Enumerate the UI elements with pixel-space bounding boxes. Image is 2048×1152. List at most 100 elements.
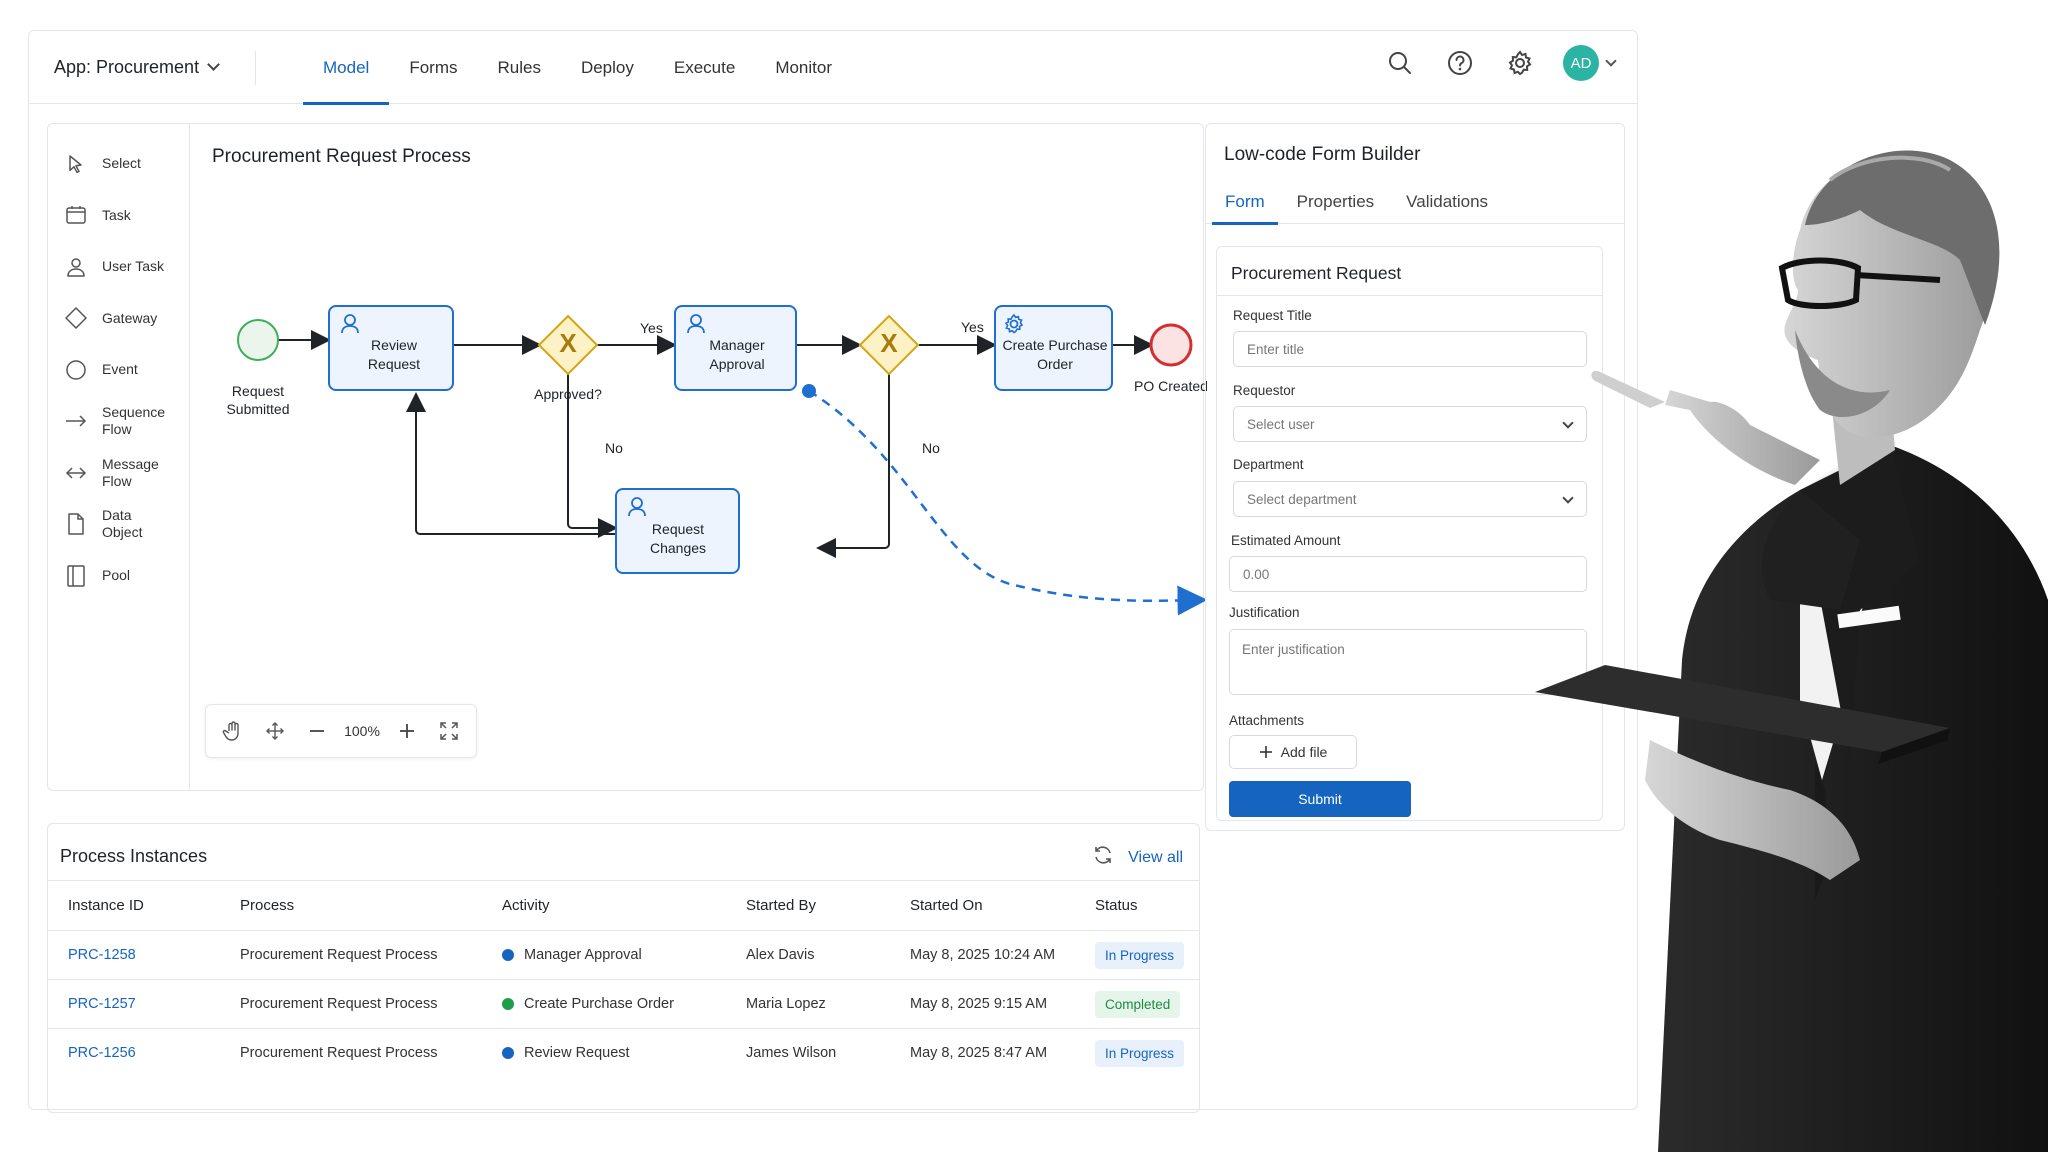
gear-icon[interactable]: [1503, 46, 1537, 80]
view-all-link[interactable]: View all: [1128, 849, 1183, 867]
started-by-cell: Maria Lopez: [746, 996, 826, 1012]
search-icon[interactable]: [1383, 46, 1417, 80]
add-file-label: Add file: [1280, 744, 1328, 760]
column-header[interactable]: Instance ID: [68, 881, 144, 930]
started-on-cell: May 8, 2025 10:24 AM: [910, 947, 1056, 963]
activity-label: Manager Approval: [524, 947, 642, 963]
top-bar: App: Procurement Model Forms Rules Deplo…: [29, 31, 1637, 105]
form-link-flow[interactable]: [808, 389, 1205, 616]
field-label: Department: [1233, 457, 1304, 472]
start-event[interactable]: [237, 319, 279, 361]
nav-execute[interactable]: Execute: [654, 31, 755, 104]
palette-data-object[interactable]: Data Object: [48, 499, 189, 551]
move-icon[interactable]: [260, 716, 290, 746]
app-window: App: Procurement Model Forms Rules Deplo…: [28, 30, 1638, 1113]
palette-message-flow[interactable]: Message Flow: [48, 447, 189, 499]
status-cell: In Progress: [1095, 931, 1185, 979]
palette-gateway[interactable]: Gateway: [48, 293, 189, 345]
table-row[interactable]: PRC-1258 Procurement Request Process Manag…: [48, 930, 1199, 979]
status-cell: In Progress: [1095, 1029, 1185, 1077]
palette-user-task[interactable]: User Task: [48, 241, 189, 293]
process-cell: Procurement Request Process: [240, 996, 438, 1012]
instance-id-link[interactable]: PRC-1258: [68, 931, 136, 979]
task-icon: [64, 203, 88, 227]
activity-cell: Review Request: [502, 1029, 630, 1077]
activity-cell: Manager Approval: [502, 931, 642, 979]
column-header[interactable]: Activity: [502, 881, 550, 930]
zoom-in-icon[interactable]: [392, 716, 422, 746]
column-header[interactable]: Status: [1095, 881, 1138, 930]
process-instances-panel: Process Instances View all Instance ID P…: [47, 823, 1200, 1113]
palette-event[interactable]: Event: [48, 344, 189, 396]
add-file-button[interactable]: Add file: [1229, 735, 1357, 769]
column-header[interactable]: Started By: [746, 881, 816, 930]
input-placeholder: Enter title: [1247, 341, 1305, 357]
palette-label: User Task: [102, 258, 164, 275]
refresh-icon[interactable]: [1092, 844, 1114, 871]
process-canvas[interactable]: Procurement Request Process Request Subm…: [189, 123, 1208, 791]
started-by-cell: Alex Davis: [746, 947, 815, 963]
activity-status-dot: [502, 998, 514, 1010]
palette-label: Message Flow: [102, 455, 159, 489]
palette-label: Pool: [102, 567, 131, 584]
end-event-label: PO Created: [1134, 378, 1208, 394]
table-row[interactable]: PRC-1257 Procurement Request Process Creat…: [48, 979, 1199, 1028]
gateway-mark: X: [880, 328, 898, 358]
instance-id-link[interactable]: PRC-1256: [68, 1029, 136, 1077]
process-cell: Procurement Request Process: [240, 947, 438, 963]
palette-select[interactable]: Select: [48, 138, 189, 190]
status-badge: Completed: [1095, 990, 1181, 1018]
flow-changes-review[interactable]: [406, 392, 615, 535]
task-label: Review Request: [367, 337, 421, 372]
user-menu[interactable]: AD: [1563, 45, 1617, 81]
column-header[interactable]: Process: [240, 881, 294, 930]
field-label: Requestor: [1233, 383, 1296, 398]
palette-sequence-flow[interactable]: Sequence Flow: [48, 396, 189, 448]
instances-table: Instance ID Process Activity Started By …: [48, 880, 1199, 1077]
palette-label: Sequence Flow: [102, 404, 166, 438]
column-header[interactable]: Started On: [910, 881, 983, 930]
app-switcher[interactable]: App: Procurement: [54, 57, 220, 78]
connection-handle[interactable]: [802, 384, 816, 398]
hand-icon[interactable]: [218, 716, 248, 746]
tab-form[interactable]: Form: [1212, 180, 1278, 225]
field-label: Request Title: [1233, 308, 1312, 323]
palette-task[interactable]: Task: [48, 190, 189, 242]
input-placeholder: Enter justification: [1242, 642, 1345, 657]
zoom-out-icon[interactable]: [302, 716, 332, 746]
activity-label: Review Request: [524, 1045, 630, 1061]
status-cell: Completed: [1095, 980, 1181, 1028]
plus-icon: [1259, 746, 1272, 758]
submit-button[interactable]: Submit: [1229, 781, 1411, 817]
tab-properties[interactable]: Properties: [1284, 180, 1387, 224]
activity-status-dot: [502, 949, 514, 961]
fullscreen-icon[interactable]: [434, 716, 464, 746]
nav-model[interactable]: Model: [303, 31, 390, 105]
zoom-toolbar: 100%: [205, 704, 477, 758]
help-icon[interactable]: [1443, 46, 1477, 80]
flow-gateway2-no[interactable]: [816, 369, 890, 558]
table-row[interactable]: PRC-1256 Procurement Request Process Revie…: [48, 1028, 1199, 1077]
user-icon: [64, 255, 88, 279]
palette-label: Task: [102, 206, 131, 223]
instances-actions: View all: [1092, 844, 1183, 871]
gateway-label: Approved?: [534, 386, 602, 402]
cursor-icon: [64, 152, 88, 176]
input-placeholder: 0.00: [1243, 566, 1270, 582]
form-builder-title: Low-code Form Builder: [1224, 144, 1421, 165]
nav-forms[interactable]: Forms: [389, 31, 477, 104]
started-on-cell: May 8, 2025 9:15 AM: [910, 996, 1048, 1012]
start-event-label: Request Submitted: [226, 383, 290, 417]
nav-deploy[interactable]: Deploy: [561, 31, 654, 104]
end-event[interactable]: [1149, 323, 1193, 367]
task-label: Manager Approval: [709, 337, 765, 372]
palette-pool[interactable]: Pool: [48, 550, 189, 602]
top-actions: AD: [1383, 45, 1617, 81]
app-title: App: Procurement: [54, 57, 200, 77]
nav-rules[interactable]: Rules: [477, 31, 560, 104]
arrow-right-icon: [64, 409, 88, 433]
instance-id-link[interactable]: PRC-1257: [68, 980, 136, 1028]
input-placeholder: Select department: [1247, 491, 1357, 507]
process-cell: Procurement Request Process: [240, 1045, 438, 1061]
nav-monitor[interactable]: Monitor: [755, 31, 852, 104]
